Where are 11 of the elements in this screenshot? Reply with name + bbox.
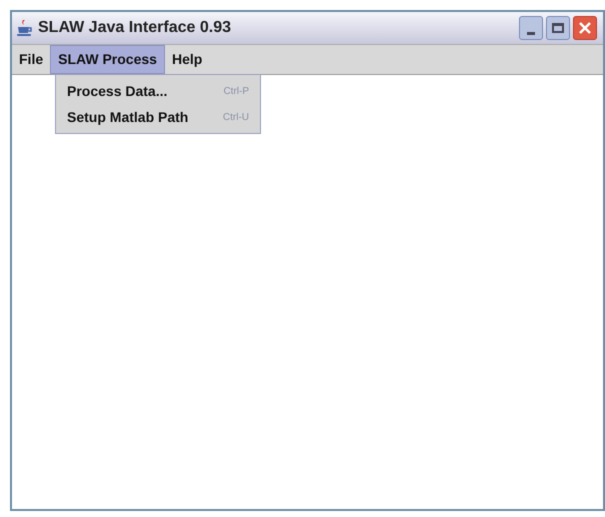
dropdown-item[interactable]: Process Data... Ctrl-P [56,78,260,104]
menu-item[interactable]: SLAW Process [50,45,165,74]
coffee-cup-icon [16,19,34,37]
minimize-button[interactable] [519,16,543,40]
dropdown-item[interactable]: Setup Matlab Path Ctrl-U [56,104,260,130]
menu-item[interactable]: Help [164,45,210,74]
maximize-button[interactable] [546,16,570,40]
close-icon [578,21,592,35]
window-title: SLAW Java Interface 0.93 [38,18,231,38]
menu-item[interactable]: File [12,45,50,74]
close-button[interactable] [573,16,597,40]
